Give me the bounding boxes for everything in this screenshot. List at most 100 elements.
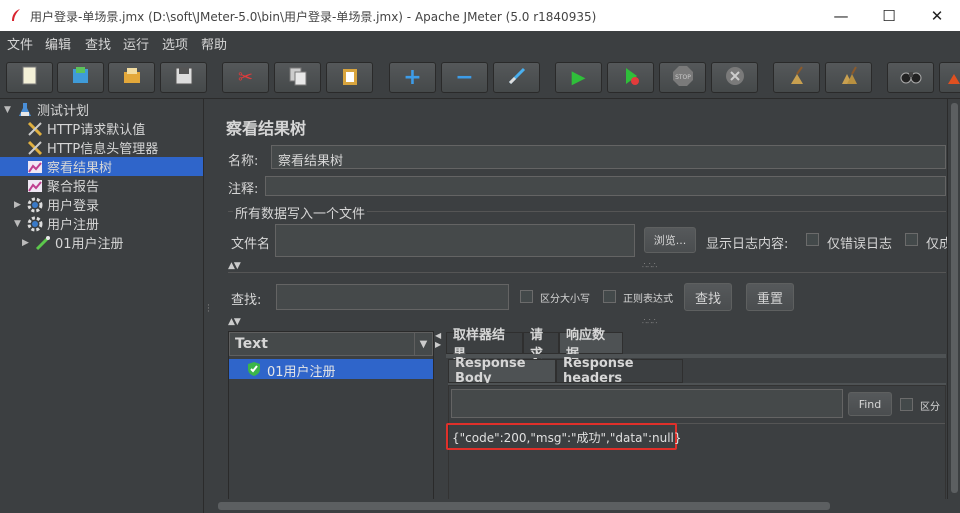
tree-item-label: HTTP请求默认值 [47, 123, 146, 138]
expand-arrow-icon[interactable]: ▶ [22, 238, 34, 248]
name-label: 名称: [228, 154, 259, 169]
collapse-all-button[interactable]: − [441, 62, 488, 93]
results-splitter-arrows-icon[interactable]: ◀ ▶ [435, 331, 443, 361]
log-content-label: 显示日志内容: [706, 237, 789, 252]
search-button[interactable] [887, 62, 934, 93]
tree-item-header-manager[interactable]: HTTP信息头管理器 [14, 138, 158, 157]
shutdown-button[interactable] [711, 62, 758, 93]
menu-help[interactable]: 帮助 [201, 34, 227, 53]
comment-field[interactable] [265, 176, 946, 196]
result-row-selected[interactable]: 01用户注册 [229, 359, 433, 380]
expand-arrow-icon[interactable]: ▼ [14, 219, 26, 229]
expand-arrow-icon[interactable]: ▼ [4, 105, 16, 115]
search-field[interactable] [276, 284, 509, 310]
response-body-area: Find 区分 {"code":200,"msg":"成功","data":nu… [446, 385, 946, 513]
tab-response-headers[interactable]: Response headers [556, 356, 683, 386]
collapse-search-arrows-icon[interactable]: ▲▼ [228, 317, 241, 327]
clear-all-button[interactable] [825, 62, 872, 93]
templates-button[interactable] [57, 62, 104, 93]
horizontal-scrollbar[interactable] [214, 499, 960, 513]
find-button[interactable]: Find [848, 392, 892, 416]
tree-item-view-results-tree[interactable]: 察看结果树 [14, 157, 112, 176]
tree-item-user-register[interactable]: ▼ 用户注册 [14, 214, 99, 233]
new-button[interactable] [6, 62, 53, 93]
vertical-scrollbar[interactable] [947, 99, 960, 499]
case-sensitive-checkbox[interactable] [520, 290, 533, 303]
reset-search-button[interactable] [939, 62, 960, 93]
minimize-button[interactable]: — [818, 0, 864, 31]
menu-run[interactable]: 运行 [123, 34, 149, 53]
open-button[interactable] [108, 62, 155, 93]
tree-item-label: 聚合报告 [47, 180, 100, 195]
tree-item-label: 用户注册 [47, 218, 100, 233]
start-no-pause-button[interactable] [607, 62, 654, 93]
tree-item-register-sampler[interactable]: ▶ 01用户注册 [22, 233, 124, 252]
maximize-button[interactable]: ☐ [866, 0, 912, 31]
cut-button[interactable]: ✂ [222, 62, 269, 93]
search-button[interactable]: 查找 [684, 283, 732, 311]
expand-arrow-icon[interactable]: ▶ [14, 200, 26, 210]
tree-item-user-login[interactable]: ▶ 用户登录 [14, 195, 99, 214]
paste-icon [340, 66, 360, 90]
tree-item-http-defaults[interactable]: HTTP请求默认值 [14, 119, 145, 138]
success-only-checkbox[interactable] [905, 233, 918, 246]
vertical-scroll-thumb[interactable] [951, 103, 958, 493]
view-results-tree-panel: 察看结果树 名称: 察看结果树 注释: 所有数据写入一个文件 文件名 浏览...… [214, 99, 960, 513]
horizontal-scroll-thumb[interactable] [218, 502, 830, 510]
regex-checkbox[interactable] [603, 290, 616, 303]
find-field[interactable] [451, 389, 843, 418]
find-case-checkbox[interactable] [900, 398, 913, 411]
comment-label: 注释: [228, 182, 259, 197]
broom-all-icon [839, 66, 859, 90]
reset-button[interactable]: 重置 [746, 283, 794, 311]
paste-button[interactable] [326, 62, 373, 93]
menu-options[interactable]: 选项 [162, 34, 188, 53]
start-no-timers-icon [621, 66, 641, 90]
save-icon [174, 66, 194, 90]
renderer-select[interactable]: Text ▼ [229, 332, 433, 356]
divider-grip-icon[interactable]: ∴∴∴ [642, 261, 657, 270]
filename-field[interactable] [275, 224, 635, 257]
tree-item-test-plan[interactable]: ▼ 测试计划 [4, 100, 89, 119]
svg-text:STOP: STOP [675, 74, 691, 81]
tab-request[interactable]: 请求 [523, 328, 559, 362]
divider-grip-icon[interactable]: ∴∴∴ [642, 317, 657, 326]
wrench-icon [26, 140, 44, 156]
tab-response-body[interactable]: Response Body [448, 356, 556, 386]
toggle-button[interactable] [493, 62, 540, 93]
splitter-grip-icon: · · · [207, 301, 210, 317]
collapse-panel-arrows-icon[interactable]: ▲▼ [228, 261, 241, 271]
case-sensitive-label: 区分大小写 [540, 294, 590, 305]
filename-label: 文件名 [231, 237, 271, 252]
clear-button[interactable] [773, 62, 820, 93]
toolbar: ✂ + − ▶ STOP [0, 53, 960, 99]
reset-search-icon [946, 66, 960, 90]
menu-file[interactable]: 文件 [7, 34, 33, 53]
name-field[interactable]: 察看结果树 [271, 145, 946, 169]
tree-item-aggregate-report[interactable]: 聚合报告 [14, 176, 99, 195]
wrench-icon [26, 121, 44, 137]
tree-splitter[interactable]: · · · [203, 99, 214, 513]
tree-item-label: 察看结果树 [47, 161, 113, 176]
menu-edit[interactable]: 编辑 [45, 34, 71, 53]
tree-item-label: HTTP信息头管理器 [47, 142, 159, 157]
browse-button[interactable]: 浏览... [644, 227, 696, 253]
stop-button[interactable]: STOP [659, 62, 706, 93]
plus-icon: + [403, 65, 422, 90]
regex-label: 正则表达式 [623, 294, 673, 305]
menu-search[interactable]: 查找 [85, 34, 111, 53]
tab-response-data[interactable]: 响应数据 [559, 328, 623, 362]
pipette-icon [34, 235, 52, 251]
tab-sampler-result[interactable]: 取样器结果 [446, 328, 523, 362]
chevron-down-icon[interactable]: ▼ [414, 333, 432, 355]
expand-all-button[interactable]: + [389, 62, 436, 93]
errors-only-checkbox[interactable] [806, 233, 819, 246]
copy-button[interactable] [274, 62, 321, 93]
start-button[interactable]: ▶ [555, 62, 602, 93]
save-button[interactable] [160, 62, 207, 93]
tree-item-label: 用户登录 [47, 199, 100, 214]
jmeter-feather-icon [10, 8, 22, 22]
shutdown-icon [725, 66, 745, 90]
menu-bar: 文件 编辑 查找 运行 选项 帮助 [0, 31, 960, 53]
close-button[interactable]: ✕ [914, 0, 960, 31]
